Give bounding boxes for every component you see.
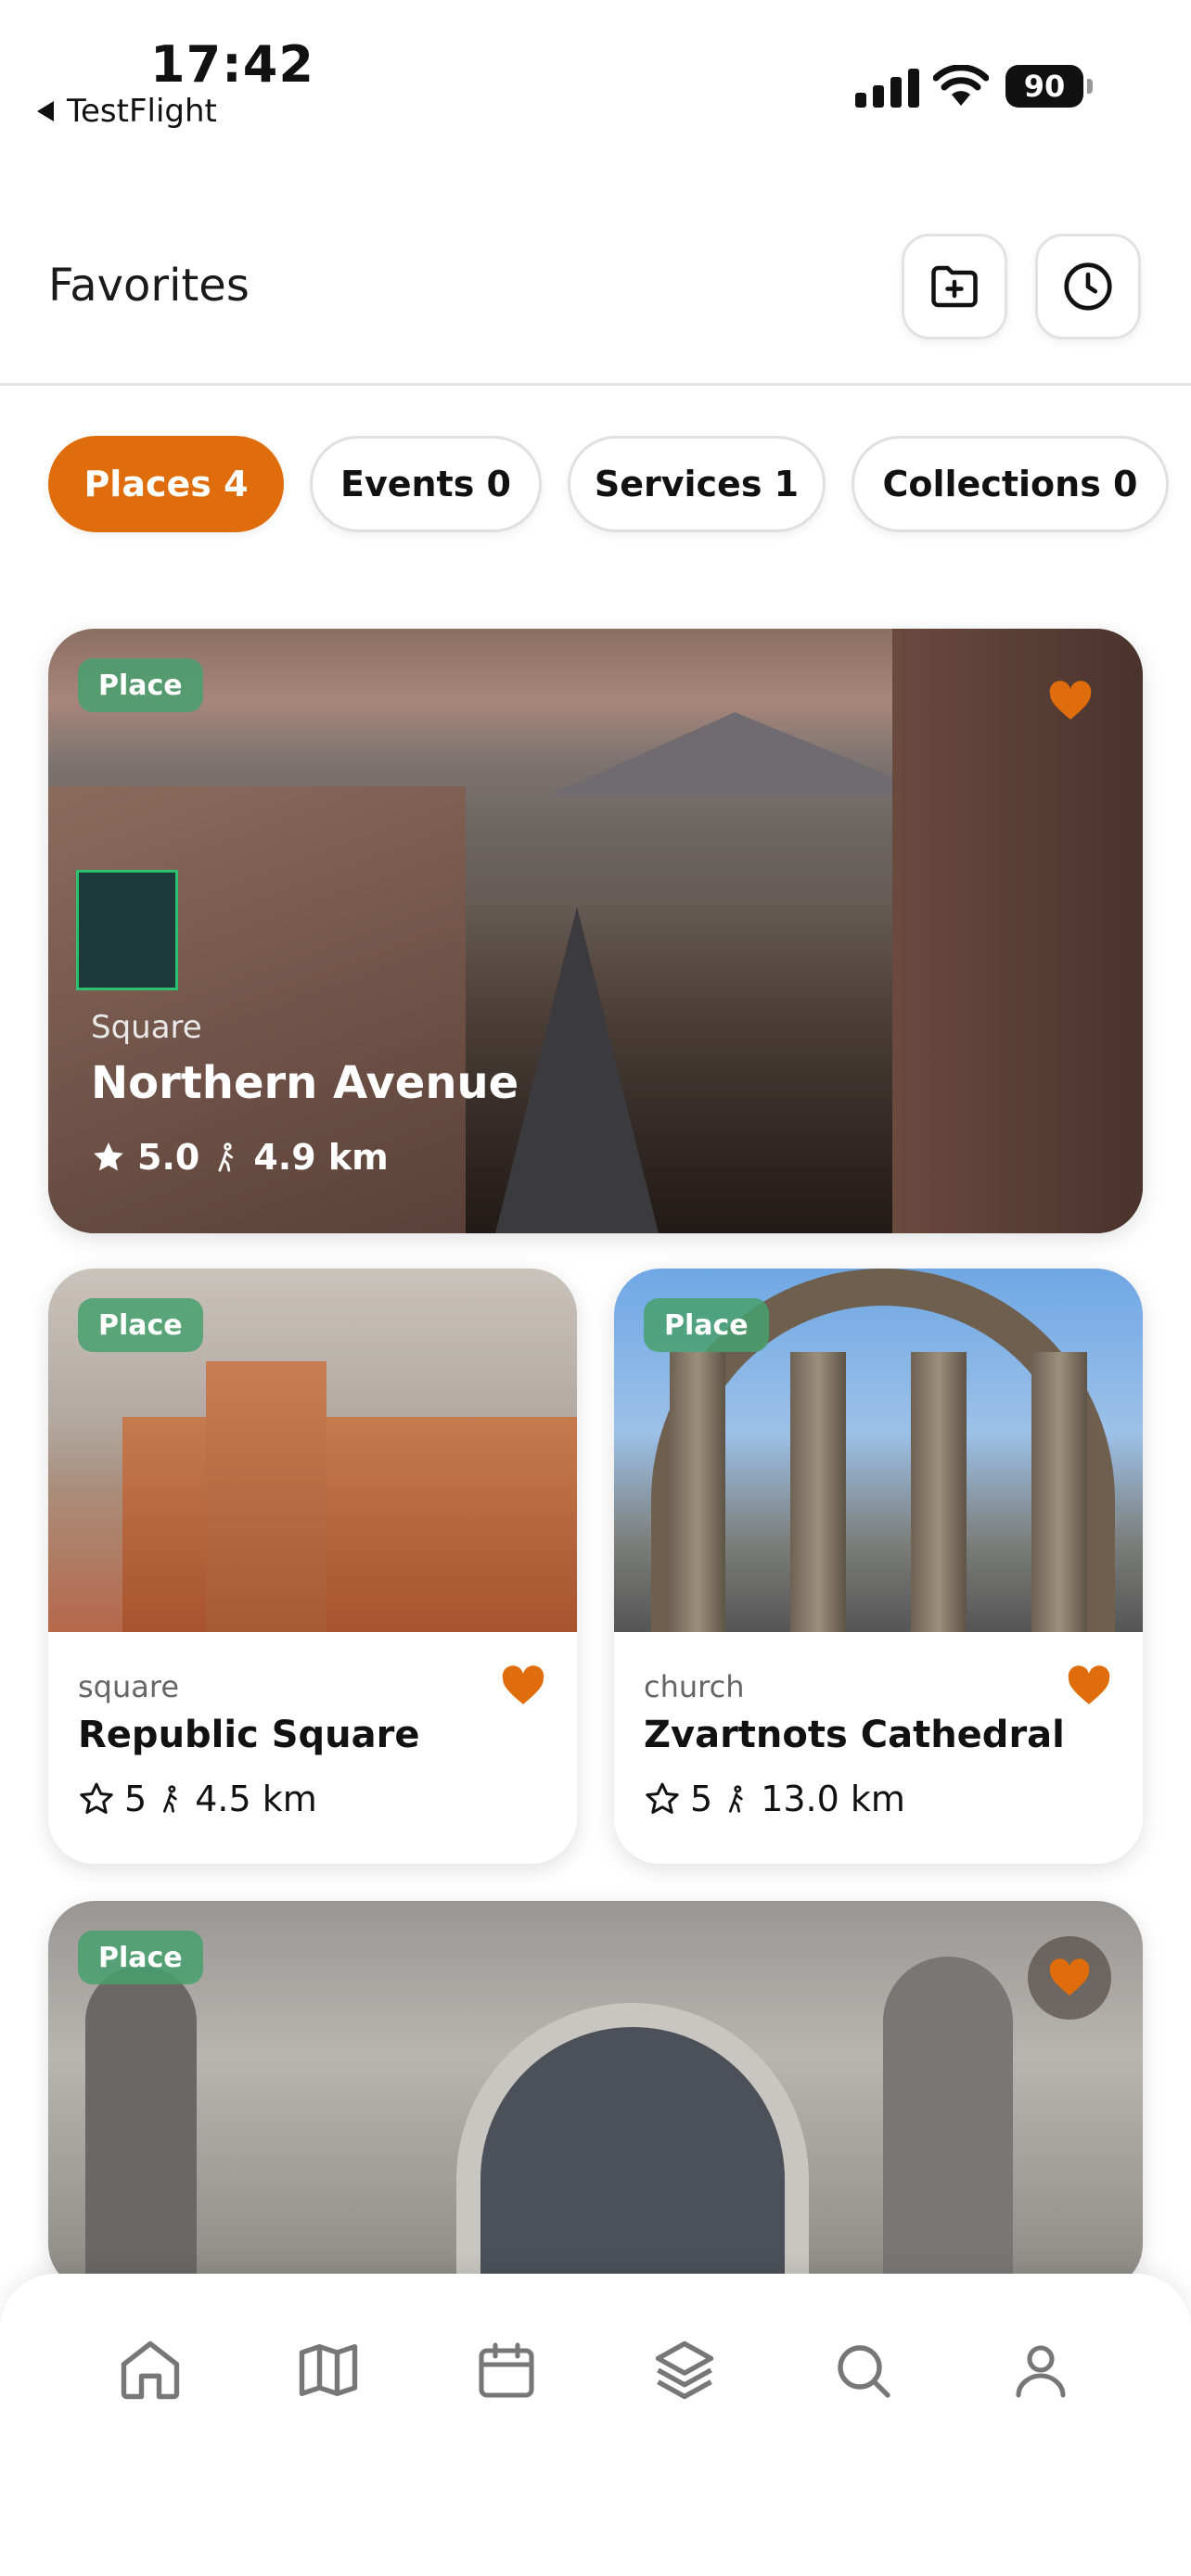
clock-icon [1064, 262, 1112, 311]
place-meta: 5 13.0 km [644, 1779, 905, 1819]
place-rating: 5 [124, 1779, 147, 1819]
star-icon [94, 1142, 123, 1171]
heart-icon[interactable] [501, 1665, 545, 1706]
place-category: square [78, 1669, 180, 1704]
place-distance: 4.5 km [195, 1779, 317, 1819]
tab-events[interactable]: Events 0 [310, 436, 542, 532]
page-title: Favorites [48, 260, 250, 312]
back-to-testflight[interactable]: TestFlight [37, 93, 217, 130]
heart-icon [1049, 1958, 1090, 1996]
place-rating: 5 [690, 1779, 713, 1819]
star-icon [646, 1782, 679, 1814]
cellular-signal-icon [855, 65, 919, 108]
tab-services[interactable]: Services 1 [568, 436, 826, 532]
place-badge: Place [78, 1298, 203, 1352]
bottom-nav [0, 2274, 1191, 2576]
header: Favorites [0, 223, 1191, 386]
walking-icon [218, 1142, 234, 1172]
walking-icon [163, 1785, 177, 1813]
place-card-zvartnots-cathedral[interactable]: Place church Zvartnots Cathedral 5 13.0 … [614, 1269, 1143, 1864]
heart-icon[interactable] [1067, 1665, 1111, 1706]
place-photo [48, 1901, 1143, 2290]
place-card-body: square Republic Square 5 4.5 km [48, 1632, 577, 1864]
calendar-icon [479, 2342, 534, 2398]
nav-collections[interactable] [647, 2333, 722, 2407]
place-name: Northern Avenue [91, 1057, 519, 1109]
nav-calendar[interactable] [469, 2333, 544, 2407]
place-badge: Place [644, 1298, 769, 1352]
favorites-tabs: Places 4 Events 0 Services 1 Collections… [48, 436, 1169, 532]
nav-search[interactable] [826, 2333, 900, 2407]
status-bar: 17:42 TestFlight 90 [0, 0, 1191, 139]
place-distance: 4.9 km [253, 1137, 389, 1178]
nav-home[interactable] [113, 2333, 187, 2407]
place-name: Zvartnots Cathedral [644, 1714, 1065, 1756]
place-rating: 5.0 [137, 1137, 200, 1178]
star-icon [80, 1782, 113, 1814]
heart-icon[interactable] [1048, 681, 1093, 721]
nav-map[interactable] [291, 2333, 365, 2407]
map-icon [299, 2343, 358, 2397]
place-card-cascade[interactable]: Place [48, 1901, 1143, 2290]
layers-icon [655, 2340, 714, 2400]
place-badge: Place [78, 658, 203, 712]
place-meta: 5.0 4.9 km [91, 1137, 389, 1178]
tab-collections[interactable]: Collections 0 [852, 436, 1169, 532]
folder-plus-icon [931, 265, 978, 308]
wifi-icon [933, 65, 989, 106]
home-icon [121, 2340, 180, 2400]
battery-indicator: 90 [1005, 65, 1093, 108]
add-collection-button[interactable] [902, 234, 1007, 339]
search-icon [838, 2345, 890, 2398]
place-category: church [644, 1669, 745, 1704]
status-time: 17:42 [150, 35, 314, 94]
place-badge: Place [78, 1931, 203, 1984]
tab-places[interactable]: Places 4 [48, 436, 284, 532]
place-category: Square [91, 1009, 202, 1046]
nav-profile[interactable] [1004, 2333, 1078, 2407]
place-card-body: church Zvartnots Cathedral 5 13.0 km [614, 1632, 1143, 1864]
favorite-toggle[interactable] [1028, 1936, 1111, 2020]
back-triangle-icon [37, 101, 54, 121]
history-button[interactable] [1035, 234, 1141, 339]
place-card-republic-square[interactable]: Place square Republic Square 5 4.5 km [48, 1269, 577, 1864]
place-distance: 13.0 km [761, 1779, 905, 1819]
back-app-label: TestFlight [67, 93, 217, 130]
place-name: Republic Square [78, 1714, 420, 1756]
place-meta: 5 4.5 km [78, 1779, 317, 1819]
place-card-northern-avenue[interactable]: Place Square Northern Avenue 5.0 4.9 km [48, 629, 1143, 1233]
user-icon [1016, 2345, 1066, 2398]
walking-icon [729, 1785, 743, 1813]
